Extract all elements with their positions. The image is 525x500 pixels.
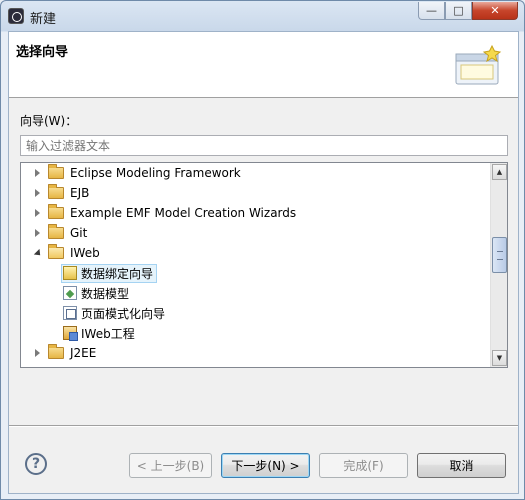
scroll-down-arrow-icon[interactable]: ▼ <box>492 350 507 366</box>
back-button[interactable]: < 上一步(B) <box>129 453 212 478</box>
scroll-up-arrow-icon[interactable]: ▲ <box>492 164 507 180</box>
tree-item-label: Example EMF Model Creation Wizards <box>70 206 297 220</box>
new-wizard-dialog: 新建 — □ ✕ 选择向导 向导(W)： Eclip <box>0 0 525 500</box>
next-button[interactable]: 下一步(N) > <box>221 453 310 478</box>
tree-item-page-pattern-wizard[interactable]: 页面模式化向导 <box>21 303 491 323</box>
open-folder-icon <box>48 244 64 259</box>
footer-separator <box>9 425 518 427</box>
tree-item-label: IWeb工程 <box>81 326 135 341</box>
tree-item-git[interactable]: Git <box>21 223 491 243</box>
wizard-banner-icon <box>455 44 502 85</box>
tree-item-label: Eclipse Modeling Framework <box>70 166 241 180</box>
expand-arrow-icon[interactable] <box>31 227 43 239</box>
selected-item-highlight: 数据绑定向导 <box>61 263 158 283</box>
page-title: 选择向导 <box>16 45 69 60</box>
wizard-header: 选择向导 <box>9 32 518 98</box>
tree-item-ejb[interactable]: EJB <box>21 183 491 203</box>
expand-arrow-icon[interactable] <box>31 167 43 179</box>
folder-icon <box>48 184 64 199</box>
tree-item-label: 数据绑定向导 <box>81 266 154 281</box>
title-bar[interactable]: 新建 — □ ✕ <box>1 1 524 31</box>
iweb-project-icon <box>63 326 78 341</box>
tree-item-label: Git <box>70 226 88 240</box>
tree-item-data-model[interactable]: 数据模型 <box>21 283 491 303</box>
data-model-icon <box>63 286 77 300</box>
dialog-client: 选择向导 向导(W)： Eclipse Modeling Framework <box>8 31 519 494</box>
window-title: 新建 <box>30 12 57 27</box>
tree-vertical-scrollbar[interactable]: ▲ ▼ <box>490 163 507 367</box>
folder-icon <box>48 204 64 219</box>
wizard-tree[interactable]: Eclipse Modeling Framework EJB Example E… <box>20 162 508 368</box>
scrollbar-thumb[interactable] <box>492 237 507 273</box>
wizard-filter-input[interactable] <box>20 135 508 156</box>
finish-button[interactable]: 完成(F) <box>319 453 408 478</box>
collapse-arrow-icon[interactable] <box>31 247 44 259</box>
tree-item-example-emf[interactable]: Example EMF Model Creation Wizards <box>21 203 491 223</box>
page-pattern-icon <box>63 306 77 320</box>
tree-item-label: 页面模式化向导 <box>81 306 166 321</box>
wizard-list-label: 向导(W)： <box>20 114 78 128</box>
wizard-tree-rows: Eclipse Modeling Framework EJB Example E… <box>21 163 491 363</box>
minimize-button[interactable]: — <box>418 2 445 20</box>
tree-item-data-binding-wizard[interactable]: 数据绑定向导 <box>21 263 491 283</box>
eclipse-app-icon <box>8 8 24 24</box>
tree-item-label: EJB <box>70 186 90 200</box>
tree-item-label: 数据模型 <box>81 286 130 301</box>
maximize-button[interactable]: □ <box>445 2 472 20</box>
expand-arrow-icon[interactable] <box>31 347 43 359</box>
folder-icon <box>48 224 64 239</box>
expand-arrow-icon[interactable] <box>31 187 43 199</box>
tree-item-j2ee[interactable]: J2EE <box>21 343 491 363</box>
expand-arrow-icon[interactable] <box>31 207 43 219</box>
window-controls: — □ ✕ <box>418 2 518 20</box>
folder-icon <box>48 164 64 179</box>
folder-icon <box>48 344 64 359</box>
binding-wizard-icon <box>63 266 77 280</box>
tree-item-iweb[interactable]: IWeb <box>21 243 491 263</box>
cancel-button[interactable]: 取消 <box>417 453 506 478</box>
tree-item-label: J2EE <box>70 346 97 360</box>
tree-item-iweb-project[interactable]: IWeb工程 <box>21 323 491 343</box>
tree-item-eclipse-modeling-framework[interactable]: Eclipse Modeling Framework <box>21 163 491 183</box>
tree-item-label: IWeb <box>70 246 100 260</box>
help-icon[interactable]: ? <box>25 453 47 475</box>
close-button[interactable]: ✕ <box>472 2 518 20</box>
